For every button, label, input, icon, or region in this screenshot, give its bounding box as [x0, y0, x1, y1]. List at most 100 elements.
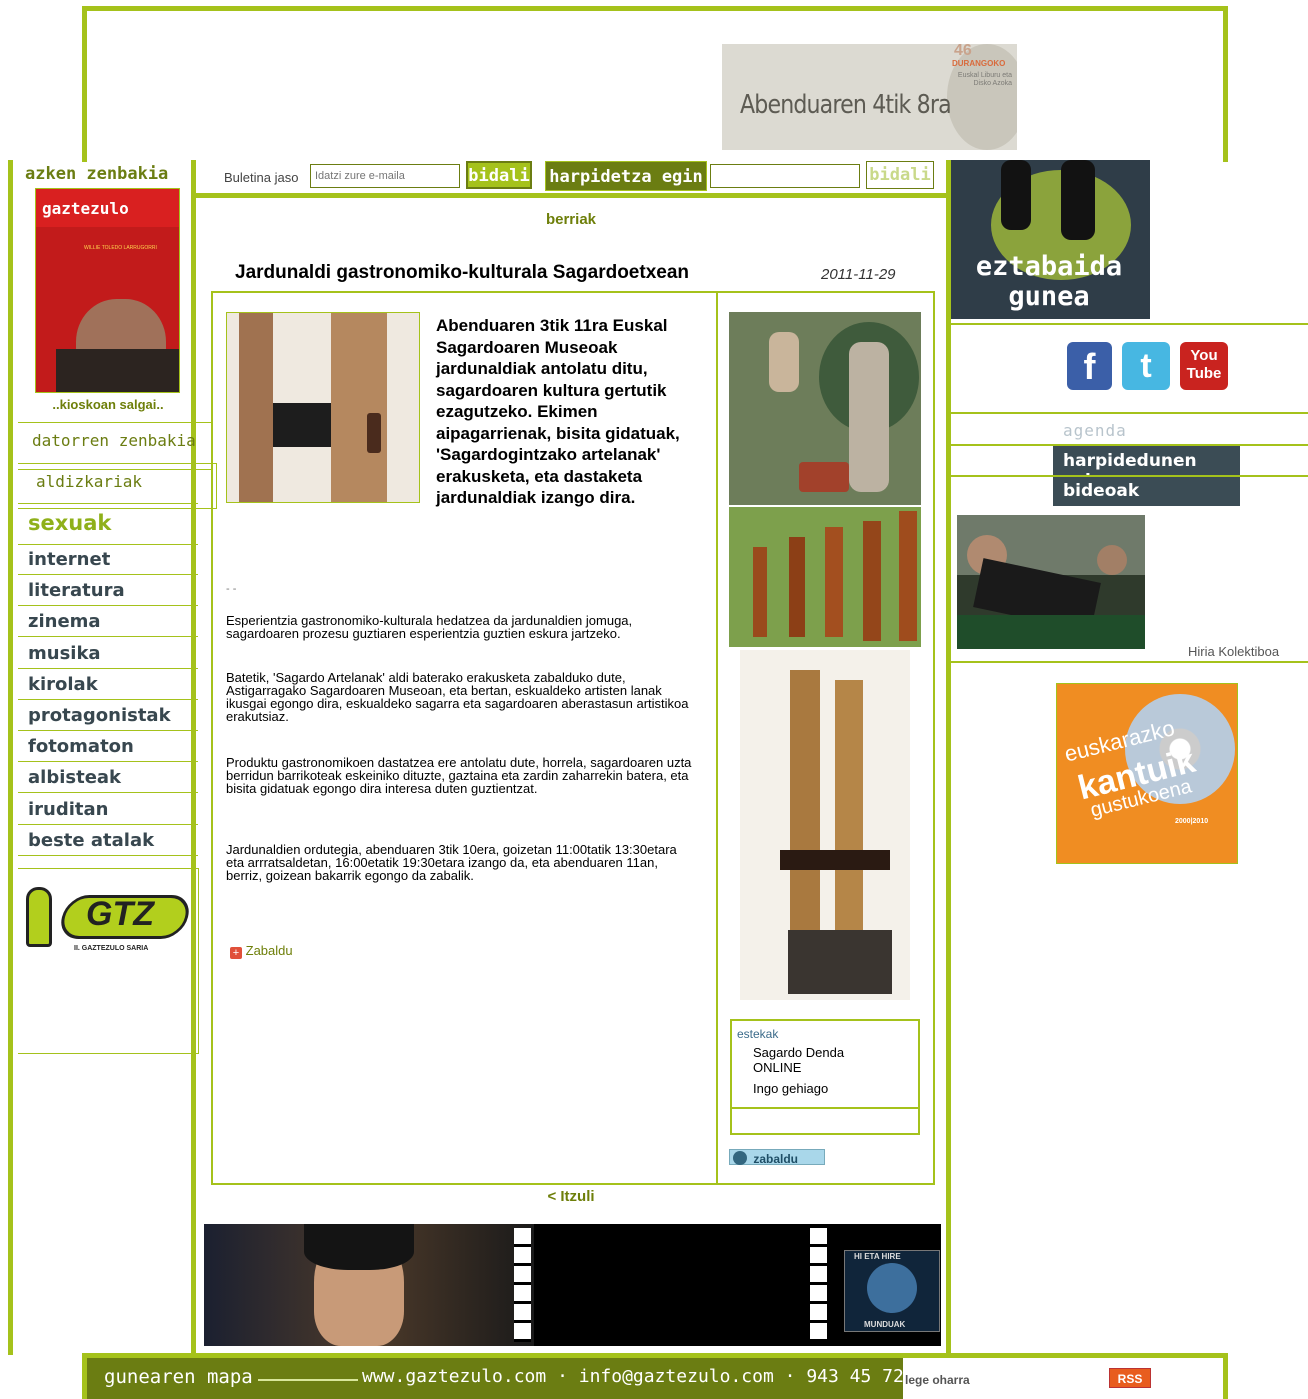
nav-item-musika[interactable]: musika	[18, 639, 198, 669]
youtube-glyph: You Tube	[1186, 347, 1222, 382]
subscriber-input[interactable]	[710, 164, 860, 188]
subscribe-button-label: harpidetza egin	[549, 167, 703, 187]
bottom-ad-banner[interactable]: HI ETA HIRE MUNDUAK	[204, 1224, 941, 1346]
photo-bench	[957, 615, 1145, 649]
plank-c	[825, 527, 843, 637]
article-separator: - -	[226, 583, 237, 595]
article-paragraph-3: Produktu gastronomikoen dastatzea ere an…	[226, 755, 692, 796]
nav-item-iruditan[interactable]: iruditan	[18, 795, 198, 825]
nav-item-kirolak[interactable]: kirolak	[18, 670, 198, 700]
sculpture-base	[788, 930, 892, 994]
expand-link[interactable]: + Zabaldu	[230, 943, 293, 959]
photo-visitors	[729, 312, 921, 505]
forum-banner-text: eztabaida gunea	[975, 251, 1123, 312]
award-caption: II. GAZTEZULO SARIA	[74, 945, 149, 952]
award-box[interactable]: GTZ II. GAZTEZULO SARIA	[18, 868, 199, 1054]
award-logo-text: GTZ	[86, 895, 154, 933]
film-strip-left	[514, 1228, 531, 1342]
article-side-divider	[716, 292, 718, 1184]
wood-plank-2	[331, 313, 387, 502]
metal-clasp	[367, 413, 381, 453]
nav-item-internet[interactable]: internet	[18, 545, 198, 575]
film-strip-right	[810, 1228, 827, 1342]
expand-label: Zabaldu	[245, 943, 293, 958]
person-2	[849, 342, 889, 492]
rss-label: RSS	[1117, 1372, 1143, 1386]
plank-d	[863, 521, 881, 641]
legal-notice-link[interactable]: lege oharra	[905, 1373, 970, 1387]
nav-item-protagonistak[interactable]: protagonistak	[18, 701, 198, 731]
article-date: 2011-11-29	[821, 266, 896, 283]
link-more-info[interactable]: Ingo gehiago	[753, 1081, 828, 1096]
nav-item-fotomaton[interactable]: fotomaton	[18, 732, 198, 763]
next-issue-label: datorren zenbakia	[32, 431, 196, 450]
article-paragraph-1: Esperientzia gastronomiko-kulturala heda…	[226, 613, 633, 641]
youtube-icon[interactable]: You Tube	[1180, 342, 1228, 390]
login-button-label: bidali	[869, 165, 931, 185]
links-box-divider	[732, 1107, 918, 1109]
bucket	[799, 462, 849, 492]
actress-hair	[304, 1224, 414, 1270]
videos-link[interactable]: bideoak	[1053, 477, 1240, 506]
send-button[interactable]: bidali	[466, 161, 532, 189]
videos-label: bideoak	[1063, 481, 1140, 501]
sculpture-plank-2	[835, 680, 863, 940]
nav-item-beste-atalak[interactable]: beste atalak	[18, 826, 198, 856]
plank-b	[789, 537, 805, 637]
back-link[interactable]: < Itzuli	[196, 1188, 946, 1205]
right-divider-2	[951, 412, 1308, 414]
top-banner-frame	[82, 6, 1228, 162]
nav-item-literatura[interactable]: literatura	[18, 576, 198, 607]
share-button[interactable]: zabaldu	[729, 1149, 825, 1166]
nav-item-zinema[interactable]: zinema	[18, 607, 198, 638]
sitemap-link[interactable]: gunearen mapa	[104, 1366, 253, 1388]
subscribers-link[interactable]: harpidedunen zuloa	[1053, 446, 1240, 491]
twitter-icon[interactable]: t	[1122, 342, 1170, 390]
twitter-glyph: t	[1140, 347, 1152, 385]
links-title: estekak	[737, 1027, 779, 1041]
banner-line3: Euskal Liburu eta Disko Azoka	[957, 72, 1012, 87]
article-title: Jardunaldi gastronomiko-kulturala Sagard…	[235, 262, 689, 283]
collective-caption: Hiria Kolektiboa	[1188, 644, 1280, 659]
section-title: berriak	[545, 211, 597, 228]
promo-years: 2000|2010	[1175, 818, 1209, 825]
article-paragraph-4: Jardunaldien ordutegia, abenduaren 3tik …	[226, 842, 677, 883]
email-input[interactable]	[310, 164, 460, 188]
book-fair-banner[interactable]: 46 DURANGOKO Euskal Liburu eta Disko Azo…	[722, 44, 1017, 150]
badge-top-text: HI ETA HIRE	[854, 1252, 901, 1261]
agenda-link[interactable]: agenda	[1063, 421, 1127, 440]
footer-contact: www.gaztezulo.com · info@gaztezulo.com ·…	[362, 1366, 937, 1387]
article-lead: Abenduaren 3tik 11ra Euskal Sagardoaren …	[436, 316, 680, 507]
sculpture-plank-1	[790, 670, 820, 940]
facebook-icon[interactable]: f	[1067, 342, 1112, 390]
login-button[interactable]: bidali	[866, 161, 934, 189]
left-column: azken zenbakia gaztezulo WILLIE TOLEDO L…	[8, 160, 217, 1355]
magazine-cover[interactable]: gaztezulo WILLIE TOLEDO LARRUGORRI	[35, 188, 180, 393]
wood-plank-1	[239, 313, 273, 502]
collective-photo[interactable]	[957, 515, 1145, 649]
article-image	[226, 312, 420, 503]
person-head-2	[1097, 545, 1127, 575]
article-paragraph-2: Batetik, 'Sagardo Artelanak' aldi batera…	[226, 670, 689, 724]
award-figure	[26, 887, 52, 947]
forum-banner[interactable]: eztabaida gunea	[951, 160, 1150, 319]
photo-planks	[729, 507, 921, 647]
forum-figure-2	[1061, 160, 1095, 240]
plus-icon: +	[230, 947, 242, 959]
facebook-glyph: f	[1083, 346, 1096, 387]
link-sagardo-denda[interactable]: Sagardo Denda ONLINE	[753, 1045, 883, 1075]
nav-item-albisteak[interactable]: albisteak	[18, 763, 198, 794]
photo-sculpture	[740, 650, 910, 1000]
forum-figure-1	[1001, 160, 1031, 230]
rss-button[interactable]: RSS	[1109, 1368, 1151, 1388]
nav-item-sexuak[interactable]: sexuak	[18, 503, 198, 545]
banner-line2: DURANGOKO	[952, 59, 1006, 68]
share-button-label: zabaldu	[753, 1152, 799, 1166]
subscribe-button[interactable]: harpidetza egin	[545, 161, 707, 191]
music-promo-banner[interactable]: euskarazko kantuik gustukoena 2000|2010	[1056, 683, 1238, 864]
plank-e	[899, 511, 917, 641]
person-1	[769, 332, 799, 392]
kiosk-text[interactable]: ..kioskoan salgai..	[18, 397, 198, 412]
plank-a	[753, 547, 767, 637]
sculpture-bar	[780, 850, 890, 870]
